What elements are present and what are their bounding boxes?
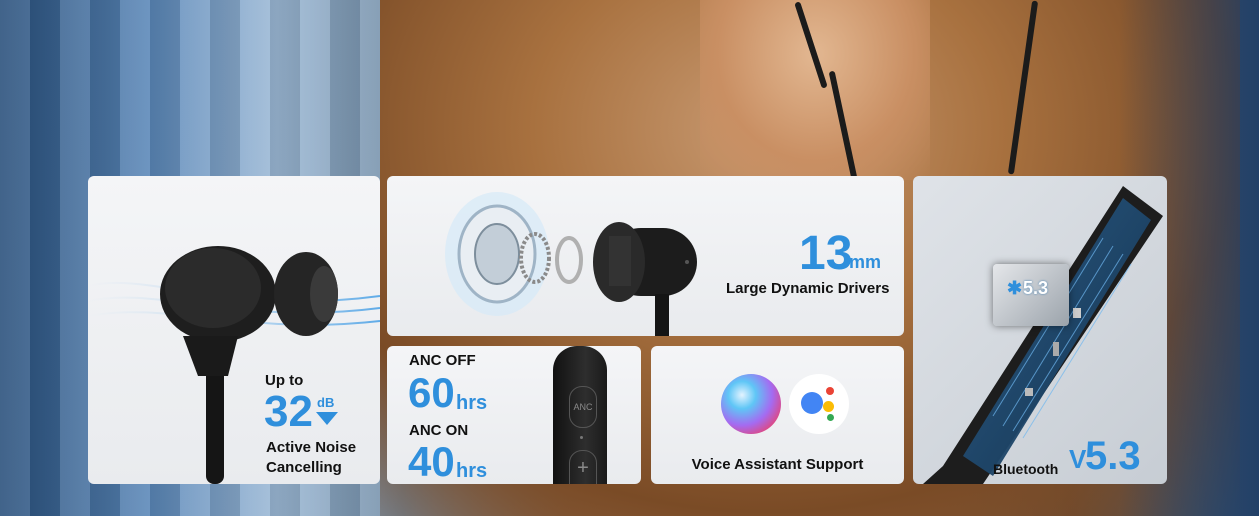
anc-off-label: ANC OFF <box>409 352 476 369</box>
anc-on-value: 40 <box>408 438 455 485</box>
google-assistant-icon <box>789 374 849 434</box>
anc-card: Up to 32 dB Active Noise Cancelling <box>88 176 380 484</box>
anc-line1: Active Noise <box>266 439 357 456</box>
anc-off-unit: hrs <box>456 392 488 414</box>
assistant-card: Voice Assistant Support <box>651 346 904 484</box>
bluetooth-label: Bluetooth <box>993 461 1059 477</box>
anc-earbud-illustration <box>88 246 380 484</box>
assistant-label: Voice Assistant Support <box>691 456 864 473</box>
mic-dot <box>580 436 583 439</box>
siri-icon <box>721 374 781 434</box>
battery-card: ANC OFF 60 hrs ANC ON 40 hrs ANC + <box>387 346 641 484</box>
bluetooth-chip: ✱ 5.3 <box>993 264 1069 326</box>
anc-on-label: ANC ON <box>409 422 469 439</box>
product-banner: Up to 32 dB Active Noise Cancelling 13 m… <box>0 0 1259 516</box>
bluetooth-version-prefix: V <box>1069 444 1087 474</box>
drivers-unit: mm <box>849 252 882 272</box>
drivers-label: Large Dynamic Drivers <box>726 280 890 297</box>
bluetooth-version: 5.3 <box>1085 434 1141 478</box>
chip-version: 5.3 <box>1023 278 1049 298</box>
anc-off-value: 60 <box>408 369 455 416</box>
bluetooth-card: ✱ 5.3 Bluetooth V 5.3 <box>913 176 1167 484</box>
anc-button: ANC <box>569 386 597 428</box>
plus-button: + <box>569 450 597 484</box>
remote-control: ANC + <box>553 346 607 484</box>
arrow-down-icon <box>316 412 338 425</box>
drivers-value: 13 <box>799 227 853 280</box>
drivers-card: 13 mm Large Dynamic Drivers <box>387 176 904 336</box>
anc-line2: Cancelling <box>266 459 342 476</box>
bluetooth-icon: ✱ <box>1007 278 1023 298</box>
anc-on-unit: hrs <box>456 460 488 482</box>
anc-value: 32 <box>264 387 313 436</box>
anc-unit: dB <box>317 395 335 410</box>
background-neck <box>700 0 930 180</box>
